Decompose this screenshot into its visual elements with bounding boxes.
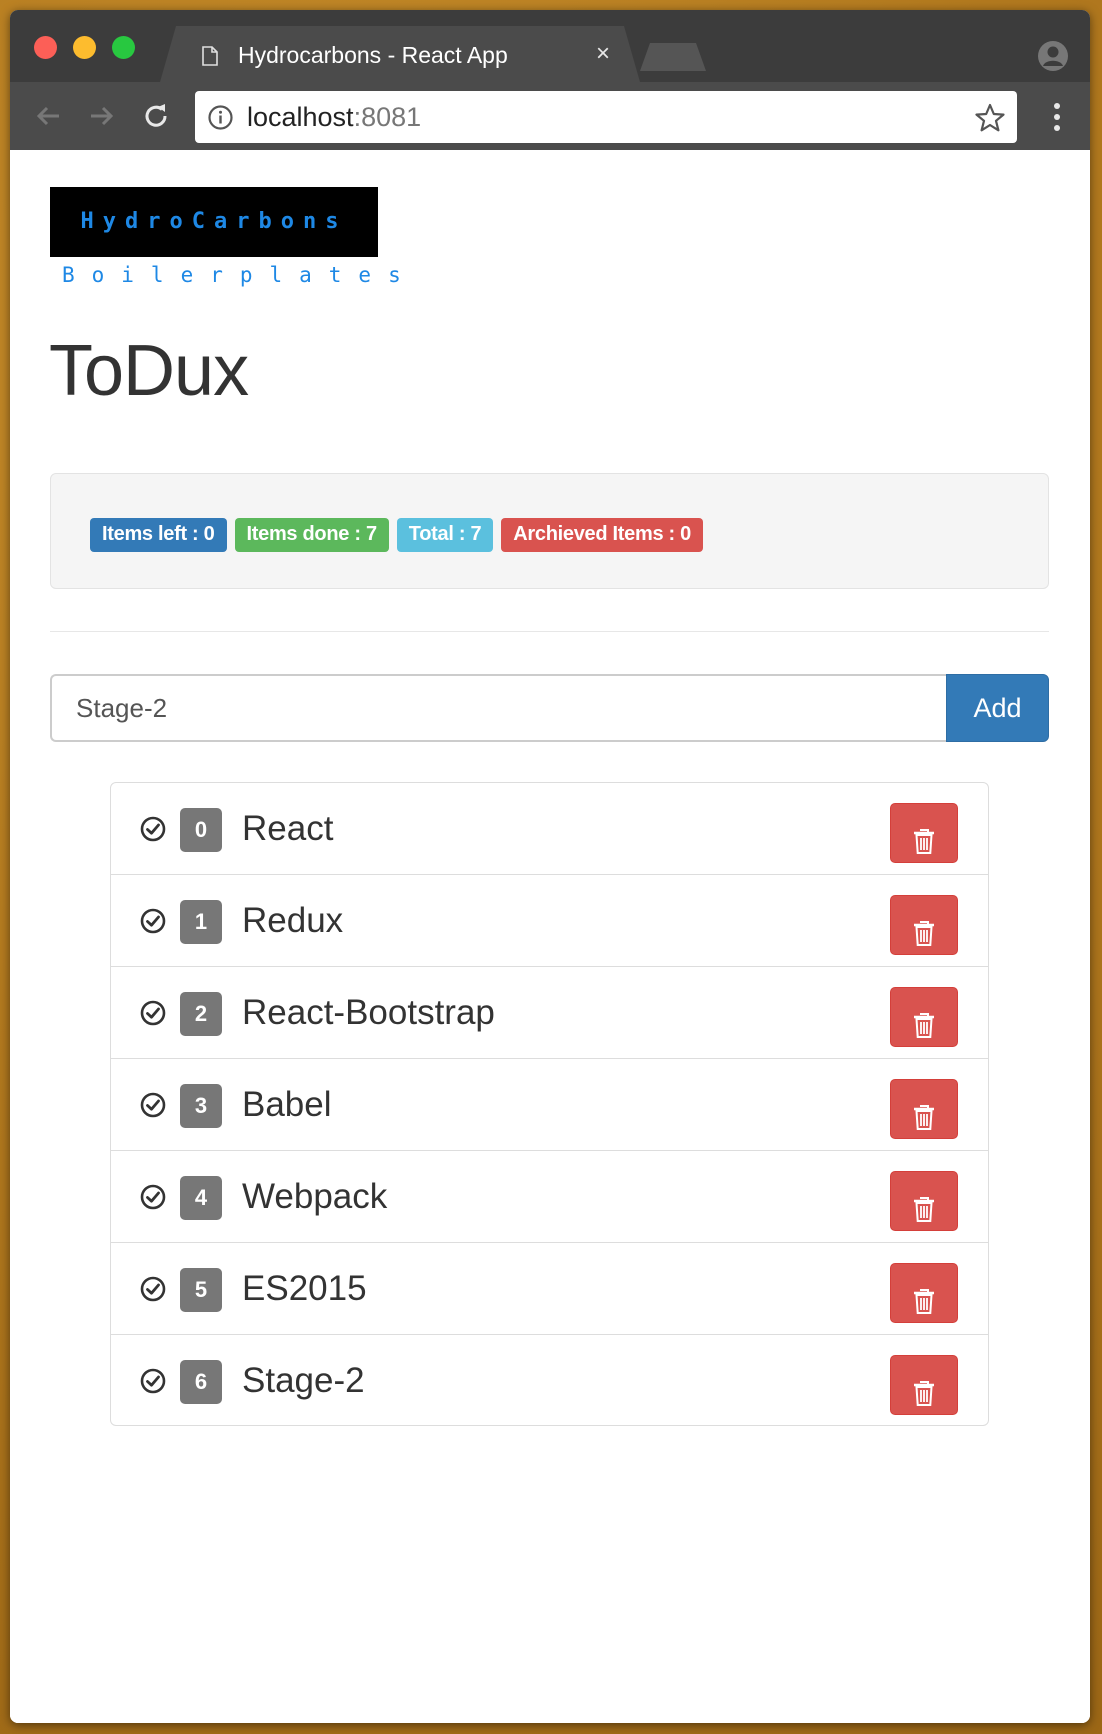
address-bar[interactable]: localhost:8081 — [195, 91, 1017, 143]
page-viewport: HydroCarbons Boilerplates ToDux Items le… — [10, 150, 1090, 1723]
check-circle-icon[interactable] — [140, 1000, 166, 1026]
stats-panel: Items left : 0 Items done : 7 Total : 7 … — [50, 473, 1049, 589]
todo-index-badge: 5 — [180, 1268, 222, 1312]
todo-text: Webpack — [242, 1177, 388, 1216]
todo-text: Redux — [242, 901, 344, 940]
todo-index-badge: 2 — [180, 992, 222, 1036]
minimize-window-button[interactable] — [73, 36, 96, 59]
delete-todo-button[interactable] — [890, 895, 958, 955]
info-icon[interactable] — [208, 105, 233, 130]
forward-arrow-icon[interactable] — [86, 100, 118, 132]
add-todo-form: Add — [50, 674, 1049, 742]
stats-labels: Items left : 0 Items done : 7 Total : 7 … — [90, 518, 703, 552]
url-host: localhost — [247, 102, 354, 132]
hydrocarbons-logo: HydroCarbons Boilerplates — [50, 187, 418, 287]
check-circle-icon[interactable] — [140, 908, 166, 934]
todo-item: 3 Babel — [111, 1059, 988, 1151]
browser-titlebar: Hydrocarbons - React App × — [10, 10, 1090, 82]
todo-index-badge: 1 — [180, 900, 222, 944]
delete-todo-button[interactable] — [890, 987, 958, 1047]
page-title: ToDux — [49, 331, 249, 411]
delete-todo-button[interactable] — [890, 1171, 958, 1231]
todo-index-badge: 6 — [180, 1360, 222, 1404]
maximize-window-button[interactable] — [112, 36, 135, 59]
bookmark-star-icon[interactable] — [975, 103, 1005, 133]
total-label: Total : 7 — [396, 518, 494, 552]
trash-icon — [914, 1196, 934, 1222]
archived-items-label: Archieved Items : 0 — [501, 518, 703, 552]
trash-icon — [914, 1104, 934, 1130]
items-done-label: Items done : 7 — [234, 518, 389, 552]
document-icon — [202, 46, 218, 66]
todo-item: 5 ES2015 — [111, 1243, 988, 1335]
todo-text: React-Bootstrap — [242, 993, 495, 1032]
url-port: :8081 — [353, 102, 422, 132]
todo-text: React — [242, 809, 334, 848]
trash-icon — [914, 920, 934, 946]
check-circle-icon[interactable] — [140, 816, 166, 842]
todo-input[interactable] — [50, 674, 949, 742]
todo-text: ES2015 — [242, 1269, 367, 1308]
new-tab-button[interactable] — [640, 43, 706, 71]
trash-icon — [914, 828, 934, 854]
todo-text: Stage-2 — [242, 1361, 365, 1400]
browser-window: Hydrocarbons - React App × localhost:808… — [10, 10, 1090, 1723]
delete-todo-button[interactable] — [890, 1263, 958, 1323]
todo-item: 6 Stage-2 — [111, 1335, 988, 1425]
trash-icon — [914, 1380, 934, 1406]
check-circle-icon[interactable] — [140, 1092, 166, 1118]
delete-todo-button[interactable] — [890, 803, 958, 863]
browser-toolbar: localhost:8081 — [10, 82, 1090, 150]
check-circle-icon[interactable] — [140, 1184, 166, 1210]
back-arrow-icon[interactable] — [32, 100, 64, 132]
logo-bottom-text: Boilerplates — [62, 263, 418, 287]
todo-index-badge: 4 — [180, 1176, 222, 1220]
todo-item: 4 Webpack — [111, 1151, 988, 1243]
todo-item: 2 React-Bootstrap — [111, 967, 988, 1059]
divider — [50, 631, 1049, 632]
todo-index-badge: 3 — [180, 1084, 222, 1128]
todo-index-badge: 0 — [180, 808, 222, 852]
tab-close-icon[interactable]: × — [596, 40, 610, 68]
reload-icon[interactable] — [140, 100, 172, 132]
todo-list: 0 React 1 Redux 2 React-Bootstrap 3 Babel 4 Webpa… — [110, 782, 989, 1426]
profile-icon[interactable] — [1037, 40, 1069, 72]
browser-tab[interactable]: Hydrocarbons - React App × — [160, 26, 640, 82]
check-circle-icon[interactable] — [140, 1368, 166, 1394]
todo-item: 0 React — [111, 783, 988, 875]
url-text: localhost:8081 — [247, 102, 421, 133]
add-button[interactable]: Add — [946, 674, 1049, 742]
todo-item: 1 Redux — [111, 875, 988, 967]
tab-title: Hydrocarbons - React App — [238, 42, 508, 68]
browser-menu-icon[interactable] — [1053, 102, 1061, 132]
check-circle-icon[interactable] — [140, 1276, 166, 1302]
trash-icon — [914, 1012, 934, 1038]
trash-icon — [914, 1288, 934, 1314]
delete-todo-button[interactable] — [890, 1079, 958, 1139]
close-window-button[interactable] — [34, 36, 57, 59]
delete-todo-button[interactable] — [890, 1355, 958, 1415]
todo-text: Babel — [242, 1085, 332, 1124]
items-left-label: Items left : 0 — [90, 518, 227, 552]
logo-top-text: HydroCarbons — [50, 187, 378, 257]
